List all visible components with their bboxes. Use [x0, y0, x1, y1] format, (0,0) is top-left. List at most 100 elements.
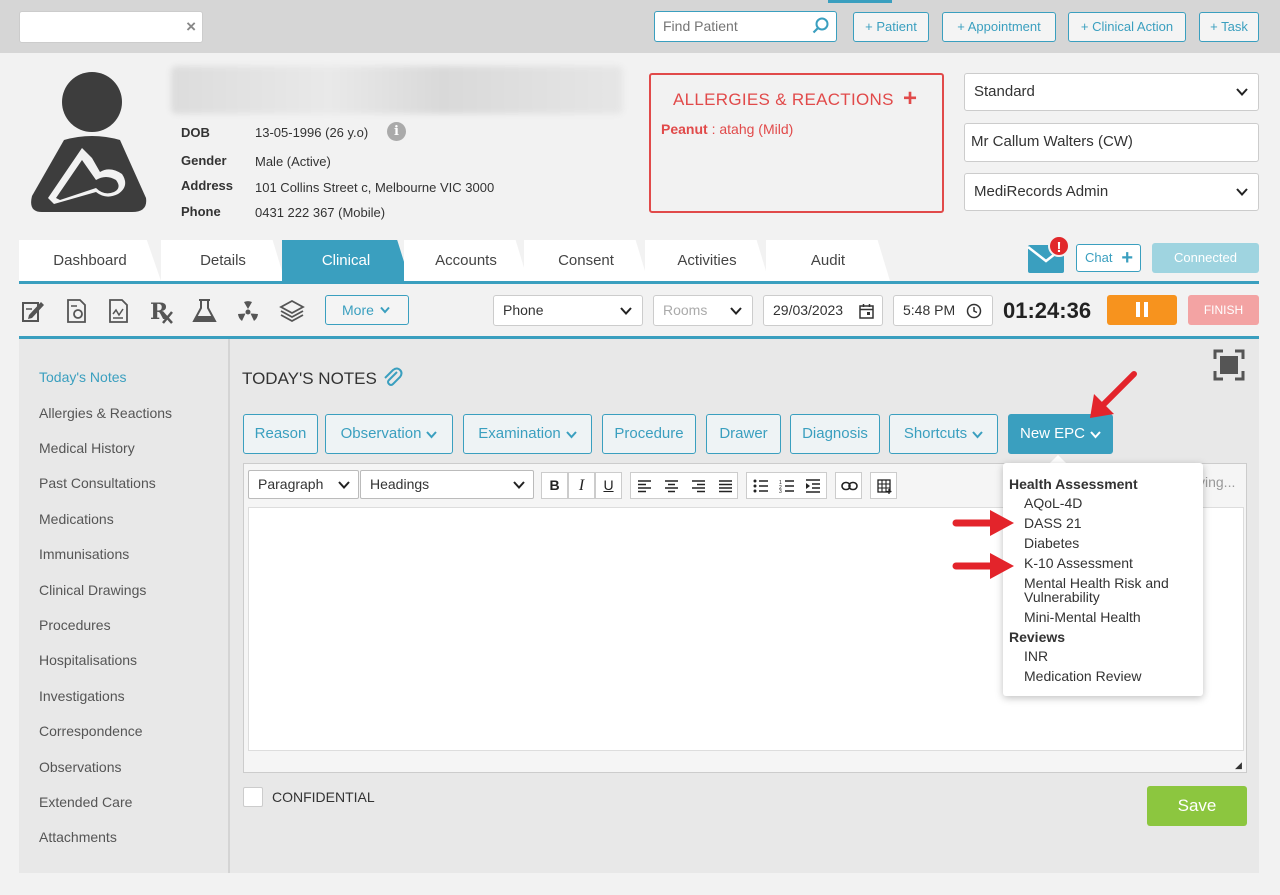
sidebar-item-past-consultations[interactable]: Past Consultations	[39, 475, 156, 491]
link-button[interactable]	[835, 472, 862, 499]
indent-icon[interactable]	[805, 479, 821, 493]
chevron-down-icon	[566, 430, 577, 439]
underline-button[interactable]: U	[595, 472, 622, 499]
sidebar-item-procedures[interactable]: Procedures	[39, 617, 111, 633]
paragraph-select[interactable]: Paragraph	[248, 470, 359, 499]
calendar-icon[interactable]	[859, 303, 874, 319]
billing-select[interactable]: Standard	[964, 73, 1259, 111]
finish-button[interactable]: FINISH	[1188, 295, 1259, 325]
sidebar-item-medications[interactable]: Medications	[39, 511, 114, 527]
bullet-list-icon[interactable]	[753, 479, 769, 493]
menu-item-diabetes[interactable]: Diabetes	[1024, 536, 1079, 550]
rooms-select[interactable]: Rooms	[653, 295, 753, 326]
confidential-checkbox[interactable]	[243, 787, 263, 807]
add-task-button[interactable]: + Task	[1199, 12, 1259, 42]
menu-item-aqol-4d[interactable]: AQoL-4D	[1024, 496, 1082, 510]
rooms-placeholder: Rooms	[663, 302, 708, 318]
menu-heading-reviews: Reviews	[1009, 629, 1066, 645]
find-patient-field[interactable]	[654, 11, 837, 42]
allergy-detail: : atahg (Mild)	[707, 121, 794, 137]
bold-button[interactable]: B	[541, 472, 568, 499]
add-allergy-icon[interactable]: +	[903, 85, 917, 113]
document-chart-icon[interactable]	[107, 298, 131, 324]
tab-audit[interactable]: Audit	[766, 240, 890, 281]
find-patient-input[interactable]	[655, 12, 805, 39]
connected-button[interactable]: Connected	[1152, 243, 1259, 273]
menu-item-mental-health-risk[interactable]: Mental Health Risk and Vulnerability	[1024, 576, 1196, 604]
procedure-button[interactable]: Procedure	[602, 414, 696, 454]
top-bar: × + Patient + Appointment + Clinical Act…	[0, 0, 1280, 53]
drawer-button[interactable]: Drawer	[706, 414, 781, 454]
sidebar-item-attachments[interactable]: Attachments	[39, 829, 117, 845]
close-icon[interactable]: ×	[186, 17, 196, 37]
location-select[interactable]: MediRecords Admin	[964, 173, 1259, 211]
tab-details[interactable]: Details	[161, 240, 285, 281]
tab-activities[interactable]: Activities	[645, 240, 769, 281]
reason-button[interactable]: Reason	[243, 414, 318, 454]
time-field[interactable]: 5:48 PM	[893, 295, 993, 326]
sidebar-item-medical-history[interactable]: Medical History	[39, 440, 135, 456]
pause-button[interactable]	[1107, 295, 1177, 325]
headings-select[interactable]: Headings	[360, 470, 534, 499]
menu-item-mini-mental-health[interactable]: Mini-Mental Health	[1024, 610, 1141, 624]
consult-type-select[interactable]: Phone	[493, 295, 643, 326]
add-appointment-button[interactable]: + Appointment	[942, 12, 1056, 42]
save-button[interactable]: Save	[1147, 786, 1247, 826]
date-field[interactable]: 29/03/2023	[763, 295, 883, 326]
menu-item-dass-21[interactable]: DASS 21	[1024, 516, 1082, 530]
align-right-icon[interactable]	[691, 479, 706, 493]
tab-accounts[interactable]: Accounts	[404, 240, 528, 281]
fullscreen-icon[interactable]	[1213, 349, 1245, 381]
examination-button[interactable]: Examination	[463, 414, 592, 454]
align-justify-icon[interactable]	[718, 479, 733, 493]
new-epc-button[interactable]: New EPC	[1008, 414, 1113, 454]
practitioner-field[interactable]: Mr Callum Walters (CW)	[964, 123, 1259, 162]
prescription-pad-icon[interactable]	[65, 298, 89, 324]
menu-item-medication-review[interactable]: Medication Review	[1024, 669, 1142, 683]
table-icon	[877, 479, 892, 494]
table-button[interactable]	[870, 472, 897, 499]
chat-button[interactable]: Chat +	[1076, 244, 1141, 272]
rx-icon[interactable]: R	[149, 298, 175, 324]
shortcuts-button[interactable]: Shortcuts	[889, 414, 998, 454]
plus-icon: +	[1121, 247, 1133, 269]
layers-icon[interactable]	[279, 298, 305, 324]
lab-flask-icon[interactable]	[192, 298, 219, 324]
align-center-icon[interactable]	[664, 479, 679, 493]
resize-handle-icon[interactable]: ◢	[1235, 760, 1242, 771]
sidebar-item-clinical-drawings[interactable]: Clinical Drawings	[39, 582, 146, 598]
align-left-icon[interactable]	[637, 479, 652, 493]
sidebar-item-observations[interactable]: Observations	[39, 759, 121, 775]
search-icon[interactable]	[812, 17, 830, 35]
address-label: Address	[181, 178, 234, 193]
info-icon[interactable]: i	[387, 122, 406, 141]
sidebar-item-hospitalisations[interactable]: Hospitalisations	[39, 652, 137, 668]
sidebar-item-correspondence[interactable]: Correspondence	[39, 723, 143, 739]
paperclip-icon[interactable]	[381, 366, 403, 388]
add-patient-button[interactable]: + Patient	[853, 12, 929, 42]
tab-dashboard[interactable]: Dashboard	[19, 240, 161, 281]
sidebar-item-todays-notes[interactable]: Today's Notes	[39, 369, 127, 385]
add-clinical-action-button[interactable]: + Clinical Action	[1068, 12, 1186, 42]
sidebar-item-investigations[interactable]: Investigations	[39, 688, 125, 704]
tab-consent[interactable]: Consent	[524, 240, 648, 281]
menu-item-k10-assessment[interactable]: K-10 Assessment	[1024, 556, 1133, 570]
patient-tab-field[interactable]: ×	[19, 11, 203, 43]
radiation-icon[interactable]	[236, 298, 260, 324]
list-group: 123	[746, 472, 827, 499]
menu-item-inr[interactable]: INR	[1024, 649, 1048, 663]
sidebar-item-extended-care[interactable]: Extended Care	[39, 794, 132, 810]
allergies-title: ALLERGIES & REACTIONS	[673, 90, 894, 109]
sidebar-item-allergies[interactable]: Allergies & Reactions	[39, 405, 172, 421]
diagnosis-button[interactable]: Diagnosis	[790, 414, 880, 454]
clock-icon[interactable]	[966, 303, 982, 319]
numbered-list-icon[interactable]: 123	[779, 479, 795, 493]
notes-icon[interactable]	[21, 298, 45, 324]
more-button[interactable]: More	[325, 295, 409, 325]
sidebar-item-immunisations[interactable]: Immunisations	[39, 546, 129, 562]
tab-clinical[interactable]: Clinical	[282, 240, 410, 281]
allergy-item[interactable]: Peanut : atahg (Mild)	[661, 121, 793, 137]
observation-button[interactable]: Observation	[325, 414, 453, 454]
italic-button[interactable]: I	[568, 472, 595, 499]
practitioner-value: Mr Callum Walters (CW)	[971, 133, 1133, 150]
